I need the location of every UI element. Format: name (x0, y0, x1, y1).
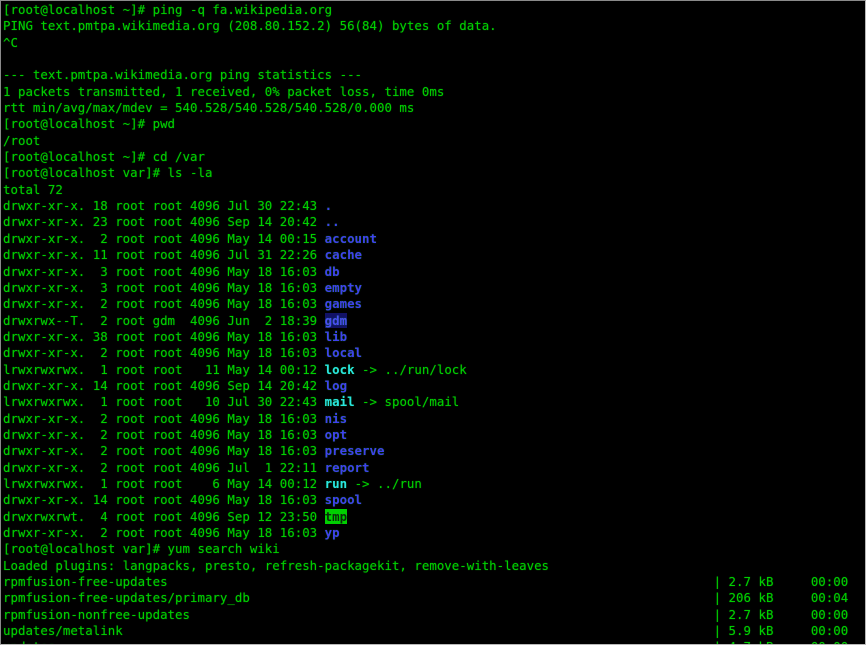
yum-repo-line: updates/metalink | 5.9 kB 00:00 (3, 623, 849, 639)
ls-entry-dot: drwxr-xr-x. 18 root root 4096 Jul 30 22:… (3, 198, 333, 214)
ls-entry-spool: drwxr-xr-x. 14 root root 4096 May 18 16:… (3, 492, 363, 508)
ls-entry-games: drwxr-xr-x. 2 root root 4096 May 18 16:0… (3, 296, 363, 312)
ls-entry-report: drwxr-xr-x. 2 root root 4096 Jul 1 22:11… (3, 459, 370, 475)
ls-entry-db: drwxr-xr-x. 3 root root 4096 May 18 16:0… (3, 263, 340, 279)
pwd-output-line: /root (3, 132, 41, 148)
ping-header-line: PING text.pmtpa.wikimedia.org (208.80.15… (3, 18, 497, 34)
command-line-pwd[interactable]: [root@localhost ~]# pwd (3, 116, 865, 132)
ls-entry-log: drwxr-xr-x. 14 root root 4096 Sep 14 20:… (3, 377, 348, 393)
ls-entry-gdm: drwxrwx--T. 2 root gdm 4096 Jun 2 18:39 … (3, 312, 348, 328)
ls-entry-dotdot: drwxr-xr-x. 23 root root 4096 Sep 14 20:… (3, 214, 340, 230)
ls-entry-nis: drwxr-xr-x. 2 root root 4096 May 18 16:0… (3, 410, 348, 426)
ping-stats-line: 1 packets transmitted, 1 received, 0% pa… (3, 83, 445, 99)
terminal-screen[interactable]: [root@localhost ~]# ping -q fa.wikipedia… (3, 2, 865, 644)
ls-entry-tmp: drwxrwxrwt. 4 root root 4096 Sep 12 23:5… (3, 508, 348, 524)
ping-interrupt-line: ^C (3, 34, 18, 50)
ping-rtt-line: rtt min/avg/max/mdev = 540.528/540.528/5… (3, 100, 415, 116)
yum-repo-line: rpmfusion-nonfree-updates | 2.7 kB 00:00 (3, 606, 849, 622)
ls-entry-lock: lrwxrwxrwx. 1 root root 11 May 14 00:12 … (3, 361, 467, 377)
ls-entry-cache: drwxr-xr-x. 11 root root 4096 Jul 31 22:… (3, 247, 363, 263)
ls-entry-run: lrwxrwxrwx. 1 root root 6 May 14 00:12 r… (3, 475, 422, 491)
yum-repo-line: rpmfusion-free-updates | 2.7 kB 00:00 (3, 574, 849, 590)
ls-entry-account: drwxr-xr-x. 2 root root 4096 May 14 00:1… (3, 230, 377, 246)
command-line-ping[interactable]: [root@localhost ~]# ping -q fa.wikipedia… (3, 2, 865, 18)
ls-entry-empty: drwxr-xr-x. 3 root root 4096 May 18 16:0… (3, 279, 363, 295)
ls-entry-lib: drwxr-xr-x. 38 root root 4096 May 18 16:… (3, 328, 348, 344)
command-line-ls[interactable]: [root@localhost var]# ls -la (3, 165, 865, 181)
ls-entry-local: drwxr-xr-x. 2 root root 4096 May 18 16:0… (3, 345, 363, 361)
ls-entry-preserve: drwxr-xr-x. 2 root root 4096 May 18 16:0… (3, 443, 385, 459)
ping-stats-header: --- text.pmtpa.wikimedia.org ping statis… (3, 67, 363, 83)
ls-total-line: total 72 (3, 181, 63, 197)
yum-repo-line: updates | 4.7 kB 00:00 (3, 639, 865, 644)
ls-entry-yp: drwxr-xr-x. 2 root root 4096 May 18 16:0… (3, 525, 340, 540)
yum-repo-line: rpmfusion-free-updates/primary_db | 206 … (3, 590, 849, 606)
terminal-window[interactable]: [root@localhost ~]# ping -q fa.wikipedia… (0, 0, 866, 645)
command-line-cd[interactable]: [root@localhost ~]# cd /var (3, 149, 865, 165)
yum-plugins-line: Loaded plugins: langpacks, presto, refre… (3, 557, 550, 573)
ls-entry-opt: drwxr-xr-x. 2 root root 4096 May 18 16:0… (3, 426, 348, 442)
command-line-yum[interactable]: [root@localhost var]# yum search wiki (3, 541, 865, 557)
ls-entry-mail: lrwxrwxrwx. 1 root root 10 Jul 30 22:43 … (3, 394, 460, 410)
